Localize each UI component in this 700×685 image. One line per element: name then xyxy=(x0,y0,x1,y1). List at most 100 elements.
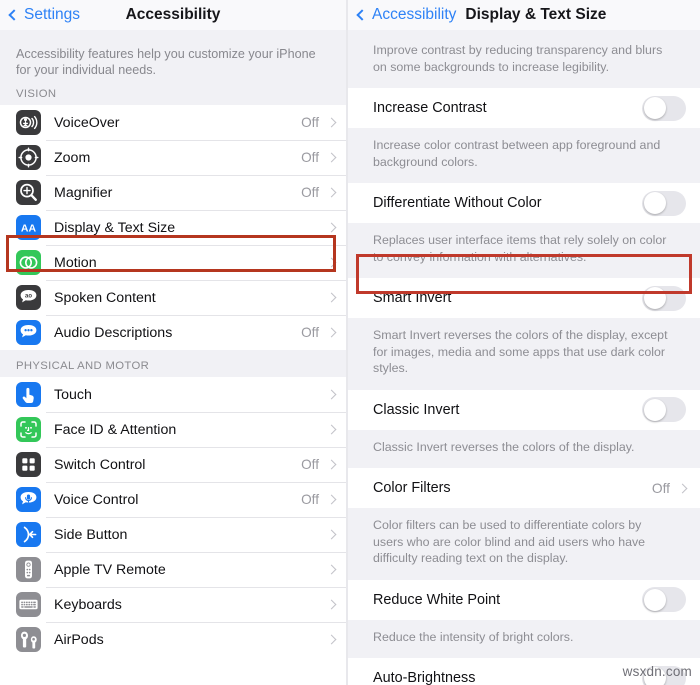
setting-row-smart-invert[interactable]: Smart Invert xyxy=(348,278,700,318)
svg-text:AA: AA xyxy=(21,222,37,234)
sidebar-item-voice-control[interactable]: Voice Control Off xyxy=(0,482,346,517)
voice-control-icon xyxy=(16,487,41,512)
setting-row-reduce-white-point[interactable]: Reduce White Point xyxy=(348,579,700,620)
chevron-right-icon xyxy=(326,389,337,400)
voiceover-icon xyxy=(16,110,41,135)
setting-control xyxy=(642,397,686,422)
setting-label: Increase Contrast xyxy=(373,100,487,116)
setting-description: Color filters can be used to differentia… xyxy=(348,508,700,580)
setting-row-differentiate-without-color[interactable]: Differentiate Without Color xyxy=(348,183,700,223)
sidebar-item-label: AirPods xyxy=(54,631,104,648)
chevron-right-icon xyxy=(326,459,337,470)
sidebar-item-face-id-attention[interactable]: Face ID & Attention xyxy=(0,412,346,447)
sidebar-item-label: Face ID & Attention xyxy=(54,421,177,438)
toggle-differentiate-without-color[interactable] xyxy=(642,190,686,216)
toggle-increase-contrast[interactable] xyxy=(642,95,686,121)
accessibility-intro-text: Accessibility features help you customiz… xyxy=(0,30,346,78)
chevron-right-icon xyxy=(326,117,337,128)
sidebar-item-apple-tv-remote[interactable]: Apple TV Remote xyxy=(0,552,346,587)
sidebar-item-magnifier[interactable]: Magnifier Off xyxy=(0,175,346,210)
back-to-accessibility-button[interactable]: Accessibility xyxy=(356,6,457,24)
chevron-right-icon xyxy=(326,494,337,505)
chevron-right-icon xyxy=(326,599,337,610)
sidebar-item-label: Magnifier xyxy=(54,184,113,201)
sidebar-item-label: Zoom xyxy=(54,149,91,166)
chevron-right-icon xyxy=(326,187,337,198)
setting-label: Auto-Brightness xyxy=(373,670,476,685)
accessibility-settings-screenshot: Settings Accessibility Accessibility fea… xyxy=(0,0,700,685)
toggle-knob xyxy=(643,398,666,421)
sidebar-item-airpods[interactable]: AirPods xyxy=(0,622,346,657)
sidebar-item-keyboards[interactable]: Keyboards xyxy=(0,587,346,622)
chevron-right-icon xyxy=(326,152,337,163)
toggle-knob xyxy=(643,192,666,214)
setting-value: Off xyxy=(651,480,670,496)
sidebar-item-voiceover[interactable]: VoiceOver Off xyxy=(0,105,346,140)
chevron-right-icon xyxy=(326,634,337,645)
setting-control xyxy=(642,95,686,121)
setting-label: Classic Invert xyxy=(373,401,460,418)
chevron-right-icon xyxy=(326,424,337,435)
toggle-knob xyxy=(643,97,666,119)
audio-descriptions-icon xyxy=(16,320,41,345)
top-description: Improve contrast by reducing transparenc… xyxy=(348,30,700,88)
sidebar-item-label: Touch xyxy=(54,386,92,403)
toggle-smart-invert[interactable] xyxy=(642,285,686,311)
setting-row-classic-invert[interactable]: Classic Invert xyxy=(348,389,700,430)
sidebar-item-spoken-content[interactable]: ao Spoken Content xyxy=(0,280,346,315)
sidebar-item-value: Off xyxy=(301,325,319,340)
back-button-label: Settings xyxy=(24,6,81,23)
spoken-content-icon: ao xyxy=(16,285,41,310)
sidebar-item-value: Off xyxy=(301,150,319,165)
chevron-right-icon xyxy=(326,564,337,575)
setting-description: Classic Invert reverses the colors of th… xyxy=(348,429,700,468)
sidebar-item-label: Keyboards xyxy=(54,596,122,613)
toggle-knob xyxy=(643,287,666,309)
sidebar-item-label: Display & Text Size xyxy=(54,219,176,236)
setting-label: Color Filters xyxy=(373,480,451,496)
airpods-icon xyxy=(16,627,41,652)
left-panel-accessibility: Settings Accessibility Accessibility fea… xyxy=(0,0,348,685)
magnifier-icon xyxy=(16,180,41,205)
keyboards-icon xyxy=(16,592,41,617)
sidebar-item-value: Off xyxy=(301,115,319,130)
sidebar-item-label: Apple TV Remote xyxy=(54,561,166,578)
sidebar-item-label: Side Button xyxy=(54,526,128,543)
apple-tv-remote-icon xyxy=(16,557,41,582)
sidebar-item-value: Off xyxy=(301,185,319,200)
setting-control xyxy=(642,190,686,216)
setting-row-increase-contrast[interactable]: Increase Contrast xyxy=(348,88,700,128)
setting-control xyxy=(642,285,686,311)
chevron-right-icon xyxy=(326,529,337,540)
chevron-right-icon xyxy=(677,483,688,493)
chevron-right-icon xyxy=(326,257,337,268)
chevron-right-icon xyxy=(326,222,337,233)
svg-text:ao: ao xyxy=(25,294,32,300)
chevron-right-icon xyxy=(326,327,337,338)
setting-description: Smart Invert reverses the colors of the … xyxy=(348,318,700,390)
sidebar-item-zoom[interactable]: Zoom Off xyxy=(0,140,346,175)
toggle-reduce-white-point[interactable] xyxy=(642,587,686,612)
left-navbar: Settings Accessibility xyxy=(0,0,346,30)
motion-icon xyxy=(16,250,41,275)
zoom-icon xyxy=(16,145,41,170)
sidebar-item-switch-control[interactable]: Switch Control Off xyxy=(0,447,346,482)
sidebar-item-display-text-size[interactable]: AA Display & Text Size xyxy=(0,210,346,245)
back-to-settings-button[interactable]: Settings xyxy=(8,6,81,24)
toggle-classic-invert[interactable] xyxy=(642,397,686,422)
setting-label: Smart Invert xyxy=(373,290,452,306)
setting-description: Increase color contrast between app fore… xyxy=(348,128,700,183)
chevron-right-icon xyxy=(326,292,337,303)
setting-row-color-filters[interactable]: Color Filters Off xyxy=(348,468,700,508)
setting-control: Off xyxy=(651,480,688,496)
sidebar-item-label: VoiceOver xyxy=(54,114,120,131)
sidebar-item-audio-descriptions[interactable]: Audio Descriptions Off xyxy=(0,315,346,350)
back-button-label: Accessibility xyxy=(372,6,457,23)
sidebar-item-motion[interactable]: Motion xyxy=(0,245,346,280)
sidebar-item-touch[interactable]: Touch xyxy=(0,377,346,412)
watermark: wsxdn.com xyxy=(622,664,692,679)
sidebar-item-value: Off xyxy=(301,492,319,507)
chevron-left-icon xyxy=(8,9,20,21)
display-text-size-icon: AA xyxy=(16,215,41,240)
sidebar-item-side-button[interactable]: Side Button xyxy=(0,517,346,552)
